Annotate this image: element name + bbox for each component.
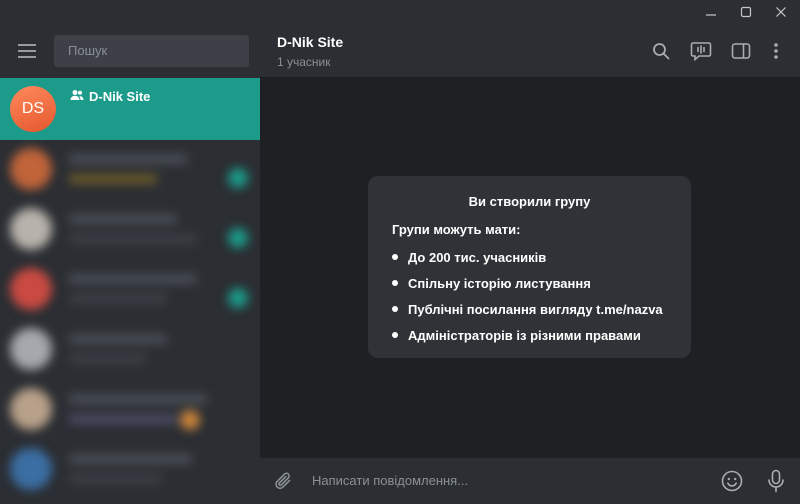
chat-panel: D-Nik Site 1 учасник Ви створили групу Г… bbox=[260, 24, 800, 504]
chat-list-item-title: D-Nik Site bbox=[70, 89, 150, 104]
card-subtitle: Групи можуть мати: bbox=[392, 222, 521, 237]
feature-text: Публічні посилання вигляду t.me/nazva bbox=[408, 301, 663, 317]
feature-text: Адміністраторів із різними правами bbox=[408, 327, 641, 343]
list-item: Адміністраторів із різними правами bbox=[392, 322, 663, 348]
search-input[interactable]: Пошук bbox=[54, 35, 249, 67]
list-item[interactable] bbox=[0, 140, 260, 200]
bullet-icon bbox=[392, 306, 398, 312]
list-item[interactable] bbox=[0, 440, 260, 500]
feature-text: До 200 тис. учасників bbox=[408, 249, 547, 265]
feature-list: До 200 тис. учасників Спільну історію ли… bbox=[392, 244, 663, 348]
bullet-icon bbox=[392, 254, 398, 260]
paperclip-icon[interactable] bbox=[272, 469, 296, 493]
chat-title[interactable]: D-Nik Site bbox=[277, 34, 343, 50]
member-count: 1 учасник bbox=[277, 55, 331, 69]
search-icon[interactable] bbox=[649, 39, 673, 63]
avatar: DS bbox=[10, 86, 56, 132]
list-item: До 200 тис. учасників bbox=[392, 244, 663, 270]
chat-list-item-active[interactable]: DS D-Nik Site bbox=[0, 78, 260, 140]
list-item[interactable] bbox=[0, 200, 260, 260]
message-composer: Написати повідомлення... bbox=[260, 458, 800, 504]
list-item[interactable] bbox=[0, 320, 260, 380]
list-item: Публічні посилання вигляду t.me/nazva bbox=[392, 296, 663, 322]
message-input[interactable]: Написати повідомлення... bbox=[312, 458, 702, 504]
group-icon bbox=[70, 89, 84, 104]
microphone-icon[interactable] bbox=[764, 469, 788, 493]
maximize-icon[interactable] bbox=[731, 0, 761, 24]
more-vertical-icon[interactable] bbox=[764, 39, 788, 63]
minimize-icon[interactable] bbox=[696, 0, 726, 24]
close-icon[interactable] bbox=[766, 0, 796, 24]
chat-header: D-Nik Site 1 учасник bbox=[260, 24, 800, 78]
feature-text: Спільну історію листування bbox=[408, 275, 591, 291]
list-item: Спільну історію листування bbox=[392, 270, 663, 296]
window-titlebar bbox=[0, 0, 800, 24]
chat-list-sidebar: Пошук DS D-Nik Site bbox=[0, 24, 260, 504]
hamburger-menu-icon[interactable] bbox=[12, 39, 42, 63]
bullet-icon bbox=[392, 332, 398, 338]
group-created-card: Ви створили групу Групи можуть мати: До … bbox=[368, 176, 691, 358]
chat-name: D-Nik Site bbox=[89, 89, 151, 104]
list-item[interactable] bbox=[0, 260, 260, 320]
bullet-icon bbox=[392, 280, 398, 286]
card-title: Ви створили групу bbox=[468, 194, 591, 209]
sidebar-toggle-icon[interactable] bbox=[729, 39, 753, 63]
voice-chat-icon[interactable] bbox=[689, 39, 713, 63]
list-item[interactable] bbox=[0, 380, 260, 440]
blurred-chat-list bbox=[0, 140, 260, 504]
emoji-icon[interactable] bbox=[720, 469, 744, 493]
sidebar-header: Пошук bbox=[0, 24, 260, 78]
